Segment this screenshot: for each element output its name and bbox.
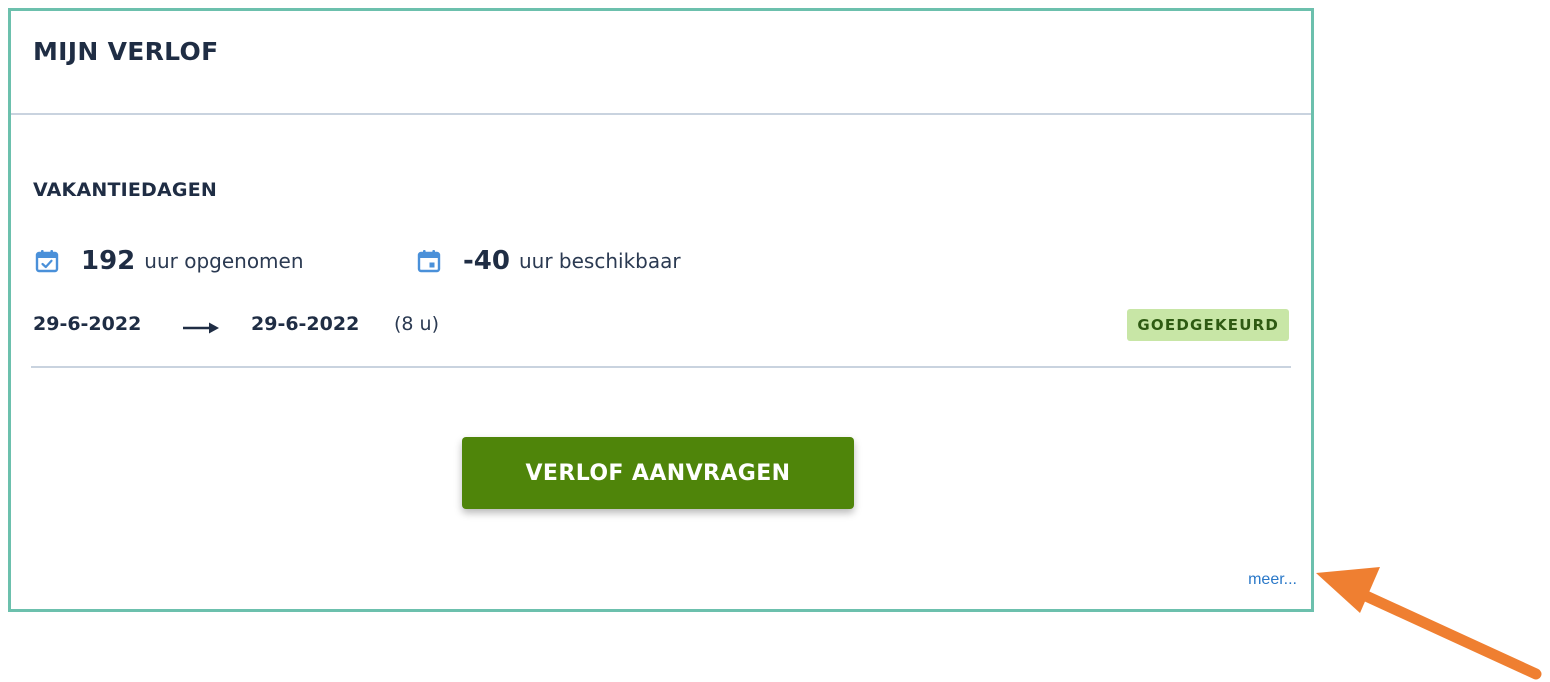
status-badge: GOEDGEKEURD (1127, 309, 1289, 341)
section-title-vacation-days: VAKANTIEDAGEN (33, 179, 218, 201)
leave-start-date: 29-6-2022 (33, 313, 142, 335)
hours-taken-value: 192 (81, 246, 136, 276)
more-link[interactable]: meer... (1248, 571, 1297, 589)
leave-duration: (8 u) (394, 313, 439, 335)
hours-available-label: uur beschikbaar (518, 249, 681, 273)
leave-entry-row: 29-6-2022 29-6-2022 (8 u) GOEDGEKEURD (33, 309, 1289, 345)
page: MIJN VERLOF VAKANTIEDAGEN 192 uur opgeno… (0, 0, 1550, 682)
hours-taken-label: uur opgenomen (144, 249, 304, 273)
calendar-event-icon (417, 250, 441, 273)
leave-widget-card: MIJN VERLOF VAKANTIEDAGEN 192 uur opgeno… (8, 8, 1314, 612)
hours-available-stat: -40 uur beschikbaar (417, 243, 681, 279)
hours-taken-stat: 192 uur opgenomen (35, 243, 304, 279)
card-header: MIJN VERLOF (11, 11, 1311, 115)
calendar-check-icon (35, 250, 59, 273)
callout-arrow-icon (1316, 567, 1542, 680)
arrow-right-icon (183, 322, 219, 334)
request-leave-button[interactable]: VERLOF AANVRAGEN (462, 437, 854, 509)
card-title: MIJN VERLOF (33, 37, 219, 66)
divider (31, 366, 1291, 368)
leave-end-date: 29-6-2022 (251, 313, 360, 335)
hours-available-value: -40 (463, 246, 510, 276)
